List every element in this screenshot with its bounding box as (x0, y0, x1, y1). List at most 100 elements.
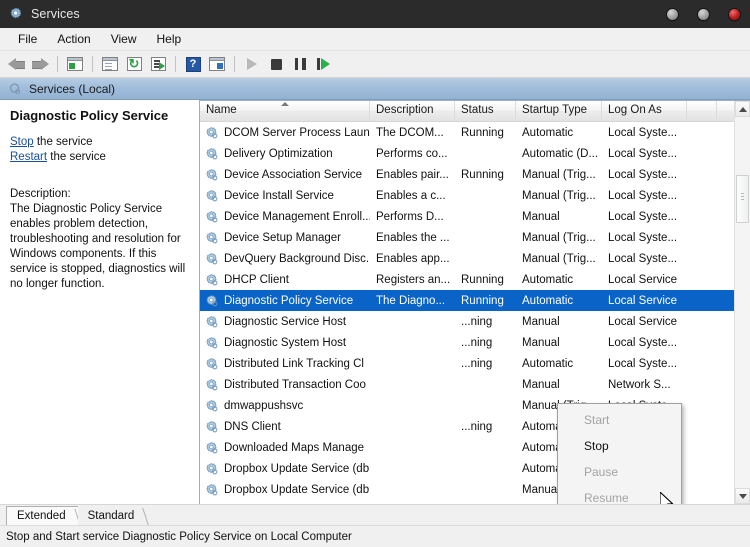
cell-log-on-as: Local Syste... (608, 168, 678, 181)
cell-log-on-as: Local Syste... (608, 126, 678, 139)
refresh-button[interactable] (123, 53, 145, 75)
toolbar-separator-3 (175, 56, 176, 72)
cell-description: Performs D... (376, 210, 444, 223)
context-menu-item-start: Start (558, 407, 681, 433)
table-row[interactable]: Diagnostic System Host ...ning Manual Local… (200, 332, 750, 353)
service-name-label: Dropbox Update Service (db (224, 462, 370, 475)
column-header-name[interactable]: Name (200, 101, 370, 121)
cell-name: dmwappushsvc (200, 399, 370, 413)
properties-button[interactable] (99, 53, 121, 75)
table-row-selected[interactable]: Diagnostic Policy Service The Diagno... Ru… (200, 290, 750, 311)
service-name-label: Dropbox Update Service (db (224, 483, 370, 496)
cell-name: Diagnostic Policy Service (200, 294, 370, 308)
minimize-button[interactable] (667, 8, 678, 20)
table-row[interactable]: Device Setup Manager Enables the ... Manua… (200, 227, 750, 248)
tab-extended[interactable]: Extended (6, 506, 78, 525)
show-action-pane-button[interactable] (206, 53, 228, 75)
service-name-label: Diagnostic Service Host (224, 315, 347, 328)
cell-status: Running (461, 126, 504, 139)
table-row[interactable]: Diagnostic Service Host ...ning Manual Loca… (200, 311, 750, 332)
cell-startup-type: Automatic (522, 273, 574, 286)
column-header-label: Startup Type (522, 104, 587, 116)
service-gear-icon (205, 210, 219, 224)
cell-name: Distributed Link Tracking Cl (200, 357, 370, 371)
column-header-log-on-as[interactable]: Log On As (602, 101, 687, 121)
help-button[interactable]: ? (182, 53, 204, 75)
scroll-up-button[interactable] (735, 101, 750, 117)
table-row[interactable]: Delivery Optimization Performs co... Autom… (200, 143, 750, 164)
toolbar: ? (0, 51, 750, 78)
service-gear-icon (205, 357, 219, 371)
cell-startup-type: Automatic (522, 294, 574, 307)
table-row[interactable]: Device Management Enroll... Performs D...… (200, 206, 750, 227)
column-header-blank[interactable] (687, 101, 717, 121)
back-button[interactable] (5, 53, 27, 75)
stop-service-button[interactable] (265, 53, 287, 75)
scroll-down-button[interactable] (735, 488, 750, 504)
menu-bar: File Action View Help (0, 28, 750, 51)
caret-up-icon (738, 106, 747, 112)
close-button[interactable] (729, 8, 740, 20)
services-window: Services File Action View Help ↻ ? Servi… (0, 0, 750, 547)
list-vertical-scrollbar[interactable] (734, 101, 750, 504)
cell-name: Dropbox Update Service (db (200, 483, 370, 497)
view-tabs: Extended Standard (0, 504, 750, 525)
export-list-button[interactable] (147, 53, 169, 75)
table-row[interactable]: Device Install Service Enables a c... Manu… (200, 185, 750, 206)
console-header: Services (Local) (0, 78, 750, 100)
service-gear-icon (205, 273, 219, 287)
table-row[interactable]: Device Association Service Enables pair..… (200, 164, 750, 185)
services-node-icon (8, 82, 22, 96)
service-gear-icon (205, 252, 219, 266)
cell-status: Running (461, 168, 504, 181)
menu-help[interactable]: Help (147, 29, 192, 49)
cell-log-on-as: Local Syste... (608, 210, 678, 223)
menu-file[interactable]: File (8, 29, 47, 49)
menu-action[interactable]: Action (47, 29, 100, 49)
refresh-icon (126, 57, 142, 71)
column-header-label: Log On As (608, 104, 662, 116)
service-name-label: Device Management Enroll... (224, 210, 370, 223)
start-service-button[interactable] (241, 53, 263, 75)
export-list-icon (150, 57, 166, 71)
maximize-button[interactable] (698, 8, 709, 20)
description-text: The Diagnostic Policy Service enables pr… (10, 203, 186, 290)
table-row[interactable]: Distributed Link Tracking Cl ...ning Autom… (200, 353, 750, 374)
restart-service-button[interactable] (313, 53, 335, 75)
cell-name: DCOM Server Process Laun... (200, 126, 370, 140)
pause-service-button[interactable] (289, 53, 311, 75)
column-header-startup-type[interactable]: Startup Type (516, 101, 602, 121)
toolbar-separator-4 (234, 56, 235, 72)
tab-standard[interactable]: Standard (77, 506, 147, 525)
services-list-body: DCOM Server Process Laun... The DCOM... Ru… (200, 122, 750, 504)
show-hide-console-tree-button[interactable] (64, 53, 86, 75)
detail-service-title: Diagnostic Policy Service (10, 108, 169, 123)
table-row[interactable]: Distributed Transaction Coo Manual Network… (200, 374, 750, 395)
column-header-description[interactable]: Description (370, 101, 455, 121)
column-header-label: Description (376, 104, 434, 116)
cell-status: ...ning (461, 357, 493, 370)
stop-service-link[interactable]: Stop (10, 136, 34, 148)
context-menu-item-stop[interactable]: Stop (558, 433, 681, 459)
scrollbar-thumb[interactable] (736, 175, 749, 223)
restart-service-link[interactable]: Restart (10, 151, 47, 163)
menu-view[interactable]: View (101, 29, 147, 49)
tab-label: Standard (87, 509, 135, 522)
table-row[interactable]: DHCP Client Registers an... Running Automat… (200, 269, 750, 290)
cell-name: DHCP Client (200, 273, 370, 287)
sort-ascending-icon (280, 102, 289, 106)
tab-label: Extended (17, 510, 66, 522)
cell-description: Performs co... (376, 147, 448, 160)
cell-name: Embedded Mode (200, 504, 370, 505)
cell-description: The Diagno... (376, 294, 446, 307)
cell-name: Downloaded Maps Manage (200, 441, 370, 455)
cell-log-on-as: Local Syste... (608, 189, 678, 202)
table-row[interactable]: DevQuery Background Disc... Enables app..… (200, 248, 750, 269)
console-tree-icon (67, 57, 83, 71)
service-name-label: Distributed Link Tracking Cl (224, 357, 364, 370)
column-header-status[interactable]: Status (455, 101, 516, 121)
table-row[interactable]: DCOM Server Process Laun... The DCOM... Ru… (200, 122, 750, 143)
forward-button[interactable] (29, 53, 51, 75)
cell-startup-type: Manual (Trig... (522, 231, 596, 244)
service-name-label: DHCP Client (224, 273, 289, 286)
